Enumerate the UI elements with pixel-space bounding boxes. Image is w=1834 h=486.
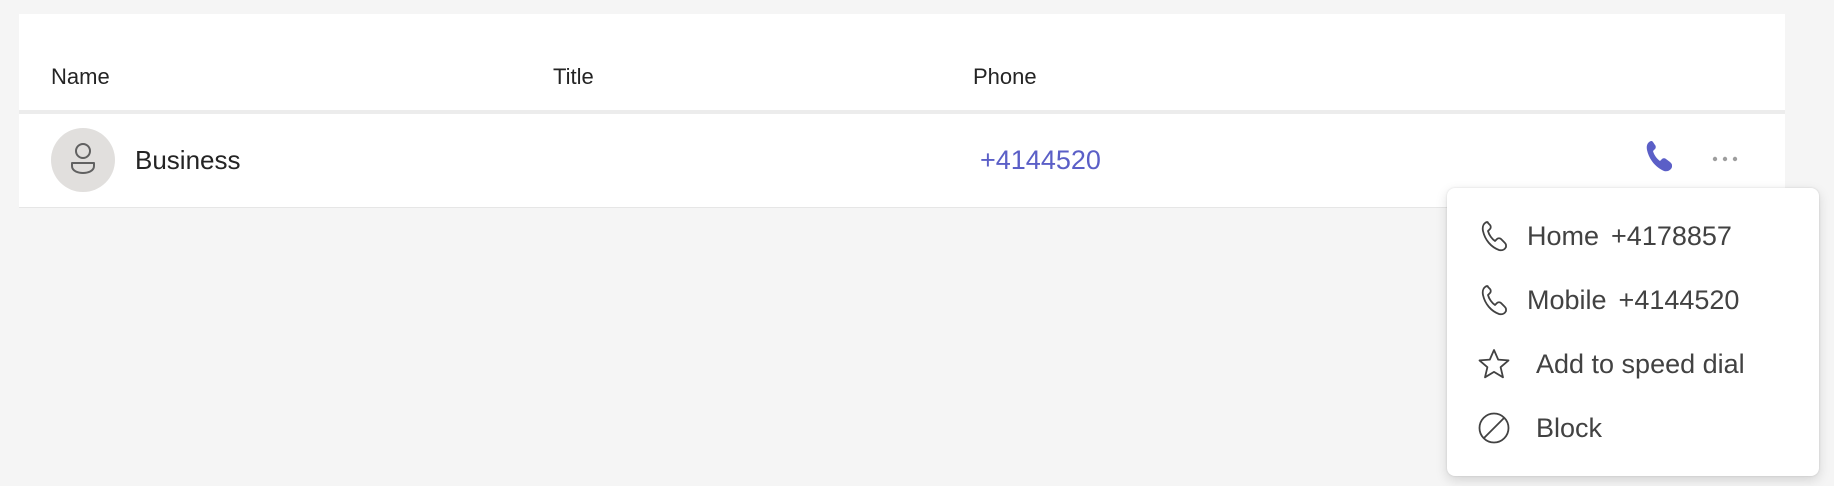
menu-item-label: Home [1527, 220, 1600, 251]
phone-icon [1477, 283, 1511, 317]
person-icon [68, 141, 98, 180]
contacts-table: Name Title Phone Business +4144520 [19, 14, 1785, 208]
menu-item-number: +4178857 [1611, 220, 1732, 251]
more-options-icon [1712, 149, 1738, 167]
column-header-name[interactable]: Name [51, 64, 110, 90]
menu-item-label: Block [1536, 412, 1603, 443]
contact-name: Business [135, 145, 241, 175]
menu-item-home[interactable]: Home +4178857 [1447, 204, 1819, 268]
more-options-button[interactable] [1705, 138, 1745, 178]
column-header-title[interactable]: Title [553, 64, 594, 90]
context-menu: Home +4178857 Mobile +4144520 Add to speed… [1447, 188, 1819, 476]
star-icon [1477, 347, 1511, 381]
menu-item-label: Mobile [1527, 284, 1607, 315]
menu-item-mobile[interactable]: Mobile +4144520 [1447, 268, 1819, 332]
table-header: Name Title Phone [19, 14, 1785, 110]
avatar [51, 128, 115, 192]
block-icon [1477, 411, 1511, 445]
column-header-phone[interactable]: Phone [973, 64, 1037, 90]
contact-phone-link[interactable]: +4144520 [980, 145, 1101, 176]
menu-item-block[interactable]: Block [1447, 396, 1819, 460]
menu-item-add-to-speed-dial[interactable]: Add to speed dial [1447, 332, 1819, 396]
phone-icon [1645, 139, 1673, 178]
menu-item-number: +4144520 [1618, 284, 1740, 315]
call-button[interactable] [1639, 138, 1679, 178]
menu-item-label: Add to speed dial [1536, 348, 1745, 379]
phone-icon [1477, 219, 1511, 253]
